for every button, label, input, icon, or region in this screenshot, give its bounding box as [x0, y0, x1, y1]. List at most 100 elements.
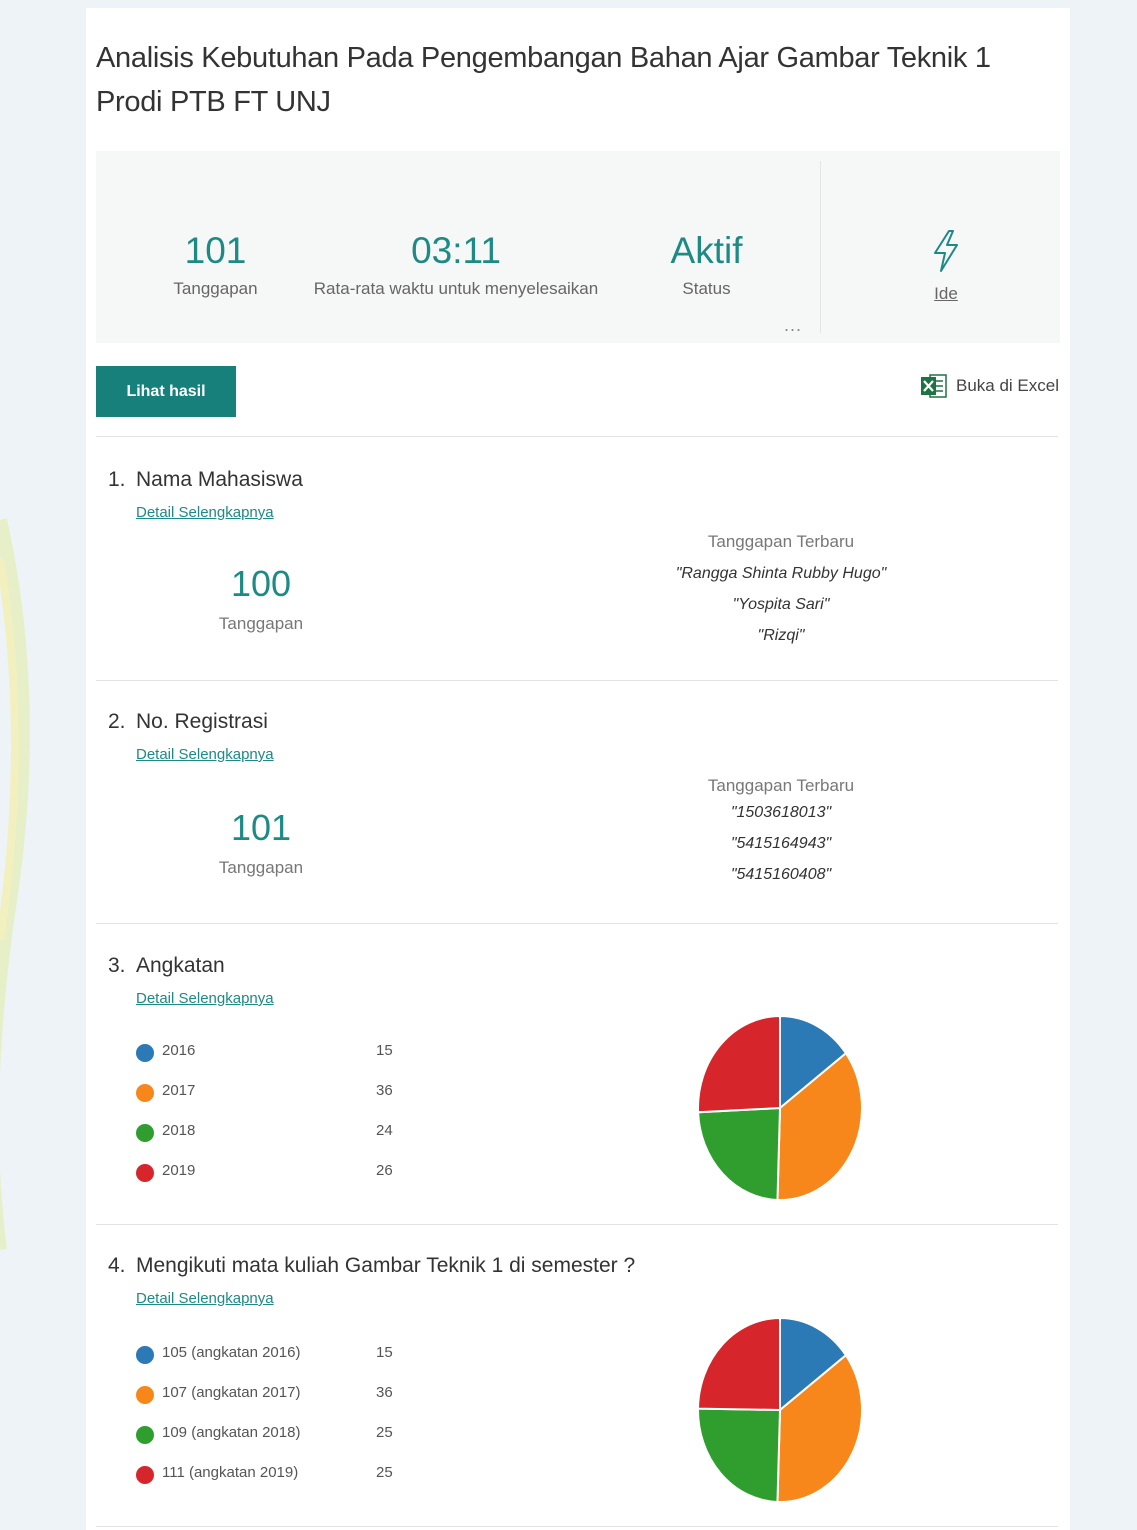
legend-swatch — [136, 1346, 154, 1364]
response-count-block: 100 Tanggapan — [196, 564, 326, 634]
response-label: Tanggapan — [218, 858, 304, 877]
legend-item: 2016 15 — [136, 1038, 436, 1078]
legend-item: 2018 24 — [136, 1118, 436, 1158]
question-number: 1. — [108, 468, 126, 491]
legend-count: 24 — [376, 1122, 393, 1139]
status-label: Status — [682, 279, 731, 298]
details-link[interactable]: Detail Selengkapnya — [136, 990, 274, 1007]
open-in-excel-label: Buka di Excel — [956, 376, 1059, 395]
status-value: Aktif — [670, 230, 743, 271]
stats-divider — [820, 161, 821, 333]
summary-panel: 101 Tanggapan 03:11 Rata-rata waktu untu… — [96, 151, 1060, 343]
view-results-button[interactable]: Lihat hasil — [96, 366, 236, 417]
pie-slice — [697, 1106, 782, 1201]
section-divider — [96, 1526, 1058, 1527]
avg-time-label: Rata-rata waktu untuk menyelesaikan — [313, 279, 599, 298]
legend-swatch — [136, 1124, 154, 1142]
question-text: Mengikuti mata kuliah Gambar Teknik 1 di… — [136, 1254, 636, 1277]
question-title: 1. Nama Mahasiswa — [108, 468, 303, 492]
latest-response: "Yospita Sari" — [732, 596, 830, 613]
legend-item: 105 (angkatan 2016) 15 — [136, 1340, 436, 1380]
question-1: 1. Nama Mahasiswa Detail Selengkapnya 100… — [96, 468, 1060, 678]
ideas-button[interactable]: Ide — [896, 229, 996, 304]
legend-label: 111 (angkatan 2019) — [162, 1464, 299, 1481]
responses-stat: 101 Tanggapan — [158, 229, 273, 299]
latest-response: "Rizqi" — [757, 627, 805, 644]
latest-response: "5415164943" — [730, 835, 832, 852]
legend-item: 2017 36 — [136, 1078, 436, 1118]
ideas-label: Ide — [934, 284, 958, 303]
legend-item: 107 (angkatan 2017) 36 — [136, 1380, 436, 1420]
latest-responses: Tanggapan Terbaru "Rangga Shinta Rubby H… — [616, 532, 946, 645]
latest-header: Tanggapan Terbaru — [707, 532, 855, 551]
legend-count: 36 — [376, 1082, 393, 1099]
question-number: 4. — [108, 1254, 126, 1277]
latest-response: "5415160408" — [730, 866, 832, 883]
question-2: 2. No. Registrasi Detail Selengkapnya 101… — [96, 710, 1060, 920]
pie-slice — [697, 1014, 781, 1114]
legend-swatch — [136, 1466, 154, 1484]
legend-count: 25 — [376, 1464, 393, 1481]
legend-label: 105 (angkatan 2016) — [162, 1344, 301, 1361]
legend-label: 109 (angkatan 2018) — [162, 1424, 301, 1441]
legend-swatch — [136, 1084, 154, 1102]
pie-chart — [696, 1316, 863, 1503]
response-label: Tanggapan — [218, 614, 304, 633]
responses-count: 101 — [184, 230, 247, 271]
legend-label: 2017 — [162, 1082, 196, 1099]
open-in-excel-button[interactable]: Buka di Excel — [920, 372, 1059, 400]
question-title: 2. No. Registrasi — [108, 710, 268, 734]
question-text: Angkatan — [136, 954, 225, 977]
question-number: 3. — [108, 954, 126, 977]
legend-label: 2019 — [162, 1162, 196, 1179]
section-divider — [96, 923, 1058, 924]
legend-count: 15 — [376, 1042, 393, 1059]
legend-count: 15 — [376, 1344, 393, 1361]
legend-count: 26 — [376, 1162, 393, 1179]
question-3: 3. Angkatan Detail Selengkapnya 2016 15 201… — [96, 954, 1060, 1224]
legend-swatch — [136, 1164, 154, 1182]
more-options-button[interactable]: ... — [784, 315, 802, 336]
page-title: Analisis Kebutuhan Pada Pengembangan Bah… — [96, 42, 991, 118]
latest-responses: Tanggapan Terbaru "1503618013" "54151649… — [616, 776, 946, 884]
legend-item: 111 (angkatan 2019) 25 — [136, 1460, 436, 1500]
section-divider — [96, 1224, 1058, 1225]
pie-slice — [696, 1316, 781, 1412]
response-count: 101 — [230, 807, 292, 848]
legend-swatch — [136, 1386, 154, 1404]
details-link[interactable]: Detail Selengkapnya — [136, 746, 274, 763]
lightning-icon — [934, 230, 958, 272]
legend-item: 109 (angkatan 2018) 25 — [136, 1420, 436, 1460]
status-stat: Aktif Status — [644, 229, 769, 299]
chart-legend: 105 (angkatan 2016) 15 107 (angkatan 2017)… — [136, 1340, 436, 1500]
latest-response: "Rangga Shinta Rubby Hugo" — [675, 565, 887, 582]
legend-count: 25 — [376, 1424, 393, 1441]
question-text: No. Registrasi — [136, 710, 268, 733]
chart-legend: 2016 15 2017 36 2018 24 2019 26 — [136, 1038, 436, 1198]
legend-swatch — [136, 1044, 154, 1062]
legend-count: 36 — [376, 1384, 393, 1401]
avg-time-value: 03:11 — [411, 230, 501, 271]
details-link[interactable]: Detail Selengkapnya — [136, 504, 274, 521]
avg-time-stat: 03:11 Rata-rata waktu untuk menyelesaika… — [301, 229, 611, 299]
legend-label: 2016 — [162, 1042, 196, 1059]
legend-label: 2018 — [162, 1122, 196, 1139]
question-title: 4. Mengikuti mata kuliah Gambar Teknik 1 … — [108, 1254, 635, 1278]
details-link[interactable]: Detail Selengkapnya — [136, 1290, 274, 1307]
response-count-block: 101 Tanggapan — [196, 808, 326, 878]
latest-response: "1503618013" — [730, 804, 832, 821]
latest-header: Tanggapan Terbaru — [707, 776, 855, 795]
legend-item: 2019 26 — [136, 1158, 436, 1198]
excel-icon — [921, 374, 947, 398]
pie-slice — [697, 1407, 782, 1503]
question-title: 3. Angkatan — [108, 954, 225, 978]
pie-chart — [697, 1014, 863, 1201]
question-4: 4. Mengikuti mata kuliah Gambar Teknik 1 … — [96, 1254, 1060, 1524]
legend-swatch — [136, 1426, 154, 1444]
form-summary-card: Analisis Kebutuhan Pada Pengembangan Bah… — [86, 8, 1070, 1530]
response-count: 100 — [230, 563, 292, 604]
section-divider — [96, 680, 1058, 681]
question-text: Nama Mahasiswa — [136, 468, 303, 491]
legend-label: 107 (angkatan 2017) — [162, 1384, 301, 1401]
responses-label: Tanggapan — [173, 279, 258, 298]
